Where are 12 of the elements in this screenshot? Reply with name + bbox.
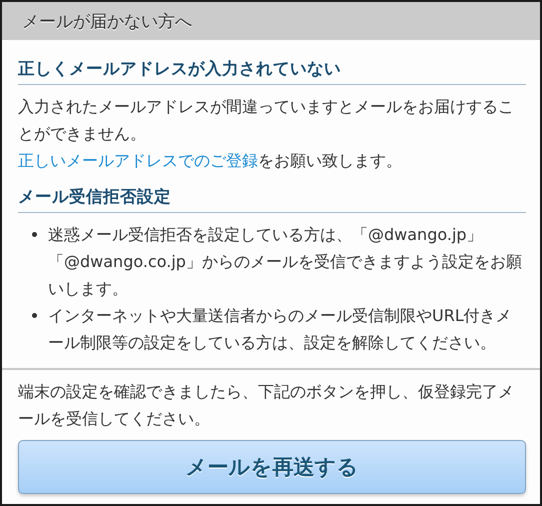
bullet-icon (32, 313, 37, 318)
list-item-text: 迷惑メール受信拒否を設定している方は、「@dwango.jp」「@dwango.co.jp」からのメールを受信できますよう設定をお願いします。 (48, 224, 523, 300)
section-heading: 正しくメールアドレスが入力されていない (18, 58, 526, 85)
section-heading: メール受信拒否設定 (18, 186, 526, 213)
paragraph: をお願い致します。 (258, 151, 402, 170)
instruction-text: 端末の設定を確認できましたら、下記のボタンを押し、仮登録完了メールを受信してください。 (18, 381, 515, 430)
bullet-icon (32, 232, 37, 237)
header-title: メールが届かない方へ (22, 10, 192, 32)
register-link[interactable]: 正しいメールアドレスでのご登録 (18, 151, 258, 170)
paragraph: 入力されたメールアドレスが間違っていますとメールをお届けすることができません。 (18, 96, 515, 145)
list-item-text: インターネットや大量送信者からのメール受信制限やURL付きメール制限等の設定をしている方は、設定を解除してください。 (48, 305, 513, 354)
resend-button[interactable]: メールを再送する (18, 440, 526, 494)
